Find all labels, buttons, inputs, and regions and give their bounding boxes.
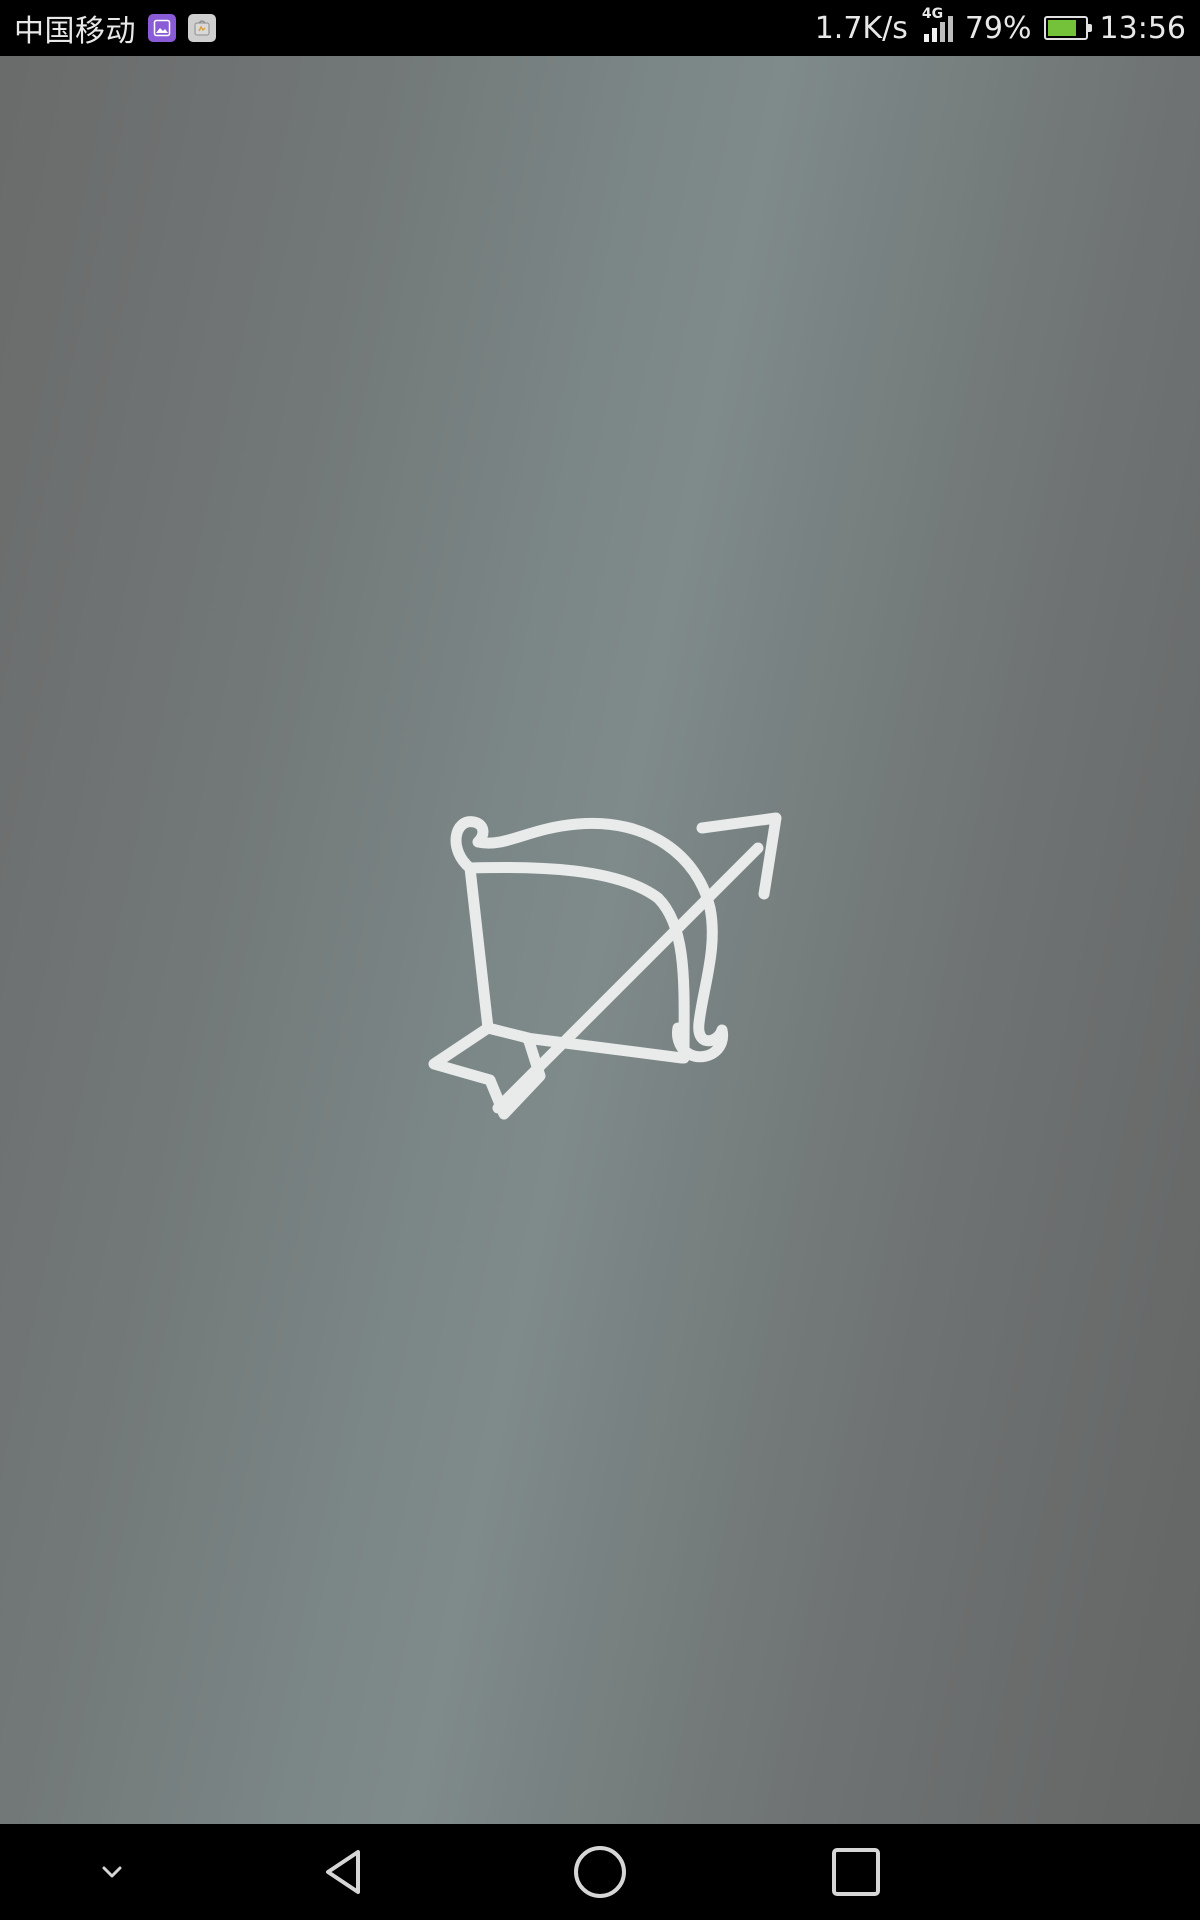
splash-background [0, 56, 1200, 1824]
bow-and-arrow-icon [428, 812, 782, 1120]
home-icon [574, 1846, 626, 1898]
home-button[interactable] [540, 1824, 660, 1920]
status-right: 1.7K/s 4G 79% 13:56 [814, 6, 1186, 46]
status-left: 中国移动 [14, 6, 216, 50]
chevron-down-icon [102, 1866, 122, 1878]
signal-bar [939, 22, 945, 42]
hide-nav-button[interactable] [52, 1824, 172, 1920]
clock: 13:56 [1099, 10, 1186, 46]
signal-strength-icon: 4G [922, 6, 953, 42]
screen: 中国移动 1.7K/s 4G 79% 13:56 [0, 0, 1200, 1920]
back-icon [326, 1850, 360, 1894]
carrier-label: 中国移动 [14, 14, 136, 49]
app-store-icon [188, 14, 216, 42]
recents-button[interactable] [796, 1824, 916, 1920]
battery-fill [1047, 20, 1076, 36]
battery-percent: 79% [964, 10, 1032, 46]
status-bar: 中国移动 1.7K/s 4G 79% 13:56 [0, 0, 1200, 56]
network-speed: 1.7K/s [814, 10, 908, 46]
gallery-icon [148, 14, 176, 42]
signal-bar [947, 16, 953, 42]
recents-icon [832, 1848, 880, 1896]
network-type-label: 4G [921, 6, 944, 22]
signal-bar [931, 28, 937, 42]
navigation-bar [0, 1824, 1200, 1920]
battery-icon [1043, 16, 1092, 40]
back-button[interactable] [284, 1824, 404, 1920]
signal-bar [923, 34, 929, 42]
